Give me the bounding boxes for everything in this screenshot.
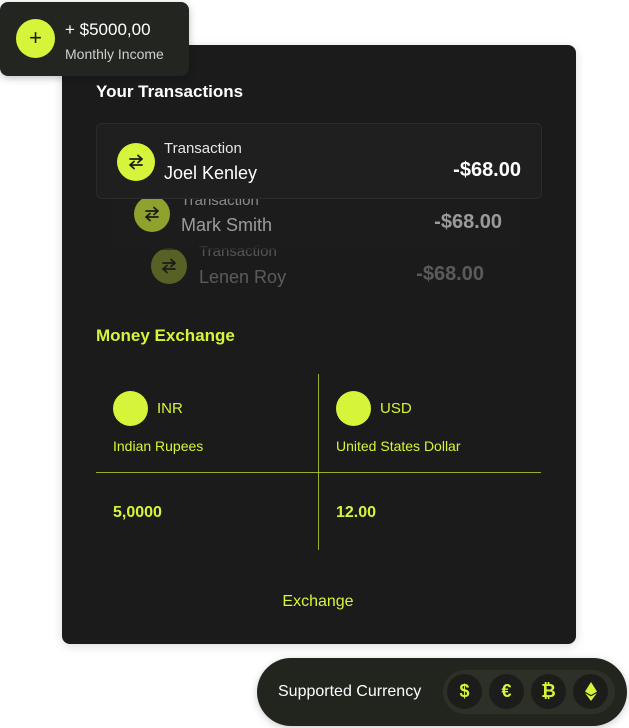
income-label: Monthly Income — [65, 46, 164, 62]
transaction-name: Mark Smith — [181, 215, 273, 235]
exchange-horizontal-divider — [96, 472, 541, 473]
ethereum-icon[interactable] — [573, 674, 608, 709]
from-amount[interactable]: 5,0000 — [113, 504, 162, 522]
income-amount: + $5000,00 — [65, 20, 151, 39]
supported-currency-label: Supported Currency — [278, 683, 422, 700]
inr-currency-icon[interactable] — [113, 391, 148, 426]
bitcoin-icon[interactable]: ₿ — [531, 674, 566, 709]
swap-arrows-icon — [117, 143, 155, 181]
to-currency-code[interactable]: USD — [380, 400, 412, 417]
euro-icon[interactable]: € — [489, 674, 524, 709]
supported-currency-panel: Supported Currency $ € ₿ — [257, 658, 627, 726]
currency-coin-tray: $ € ₿ — [443, 670, 615, 714]
to-currency-name: United States Dollar — [336, 438, 461, 454]
money-exchange-title: Money Exchange — [96, 326, 235, 345]
usd-currency-icon[interactable] — [336, 391, 371, 426]
monthly-income-badge: + + $5000,00 Monthly Income — [0, 2, 189, 76]
exchange-vertical-divider — [318, 374, 319, 550]
from-currency-name: Indian Rupees — [113, 438, 204, 454]
stage: + + $5000,00 Monthly Income Your Transac… — [0, 0, 629, 728]
plus-icon[interactable]: + — [16, 19, 55, 58]
exchange-button[interactable]: Exchange — [258, 588, 378, 616]
to-amount[interactable]: 12.00 — [336, 504, 376, 522]
swap-arrows-icon — [151, 248, 187, 284]
swap-arrows-icon — [134, 196, 170, 232]
transaction-amount: -$68.00 — [453, 159, 521, 181]
transaction-name: Lenen Roy — [199, 267, 287, 287]
transaction-amount: -$68.00 — [434, 211, 502, 233]
transaction-name: Joel Kenley — [164, 163, 258, 183]
transaction-card[interactable]: Transaction Joel Kenley -$68.00 — [96, 123, 542, 199]
dollar-icon[interactable]: $ — [447, 674, 482, 709]
transaction-amount: -$68.00 — [416, 263, 484, 285]
from-currency-code[interactable]: INR — [157, 400, 183, 417]
transactions-title: Your Transactions — [96, 82, 244, 101]
transaction-label: Transaction — [164, 140, 242, 157]
